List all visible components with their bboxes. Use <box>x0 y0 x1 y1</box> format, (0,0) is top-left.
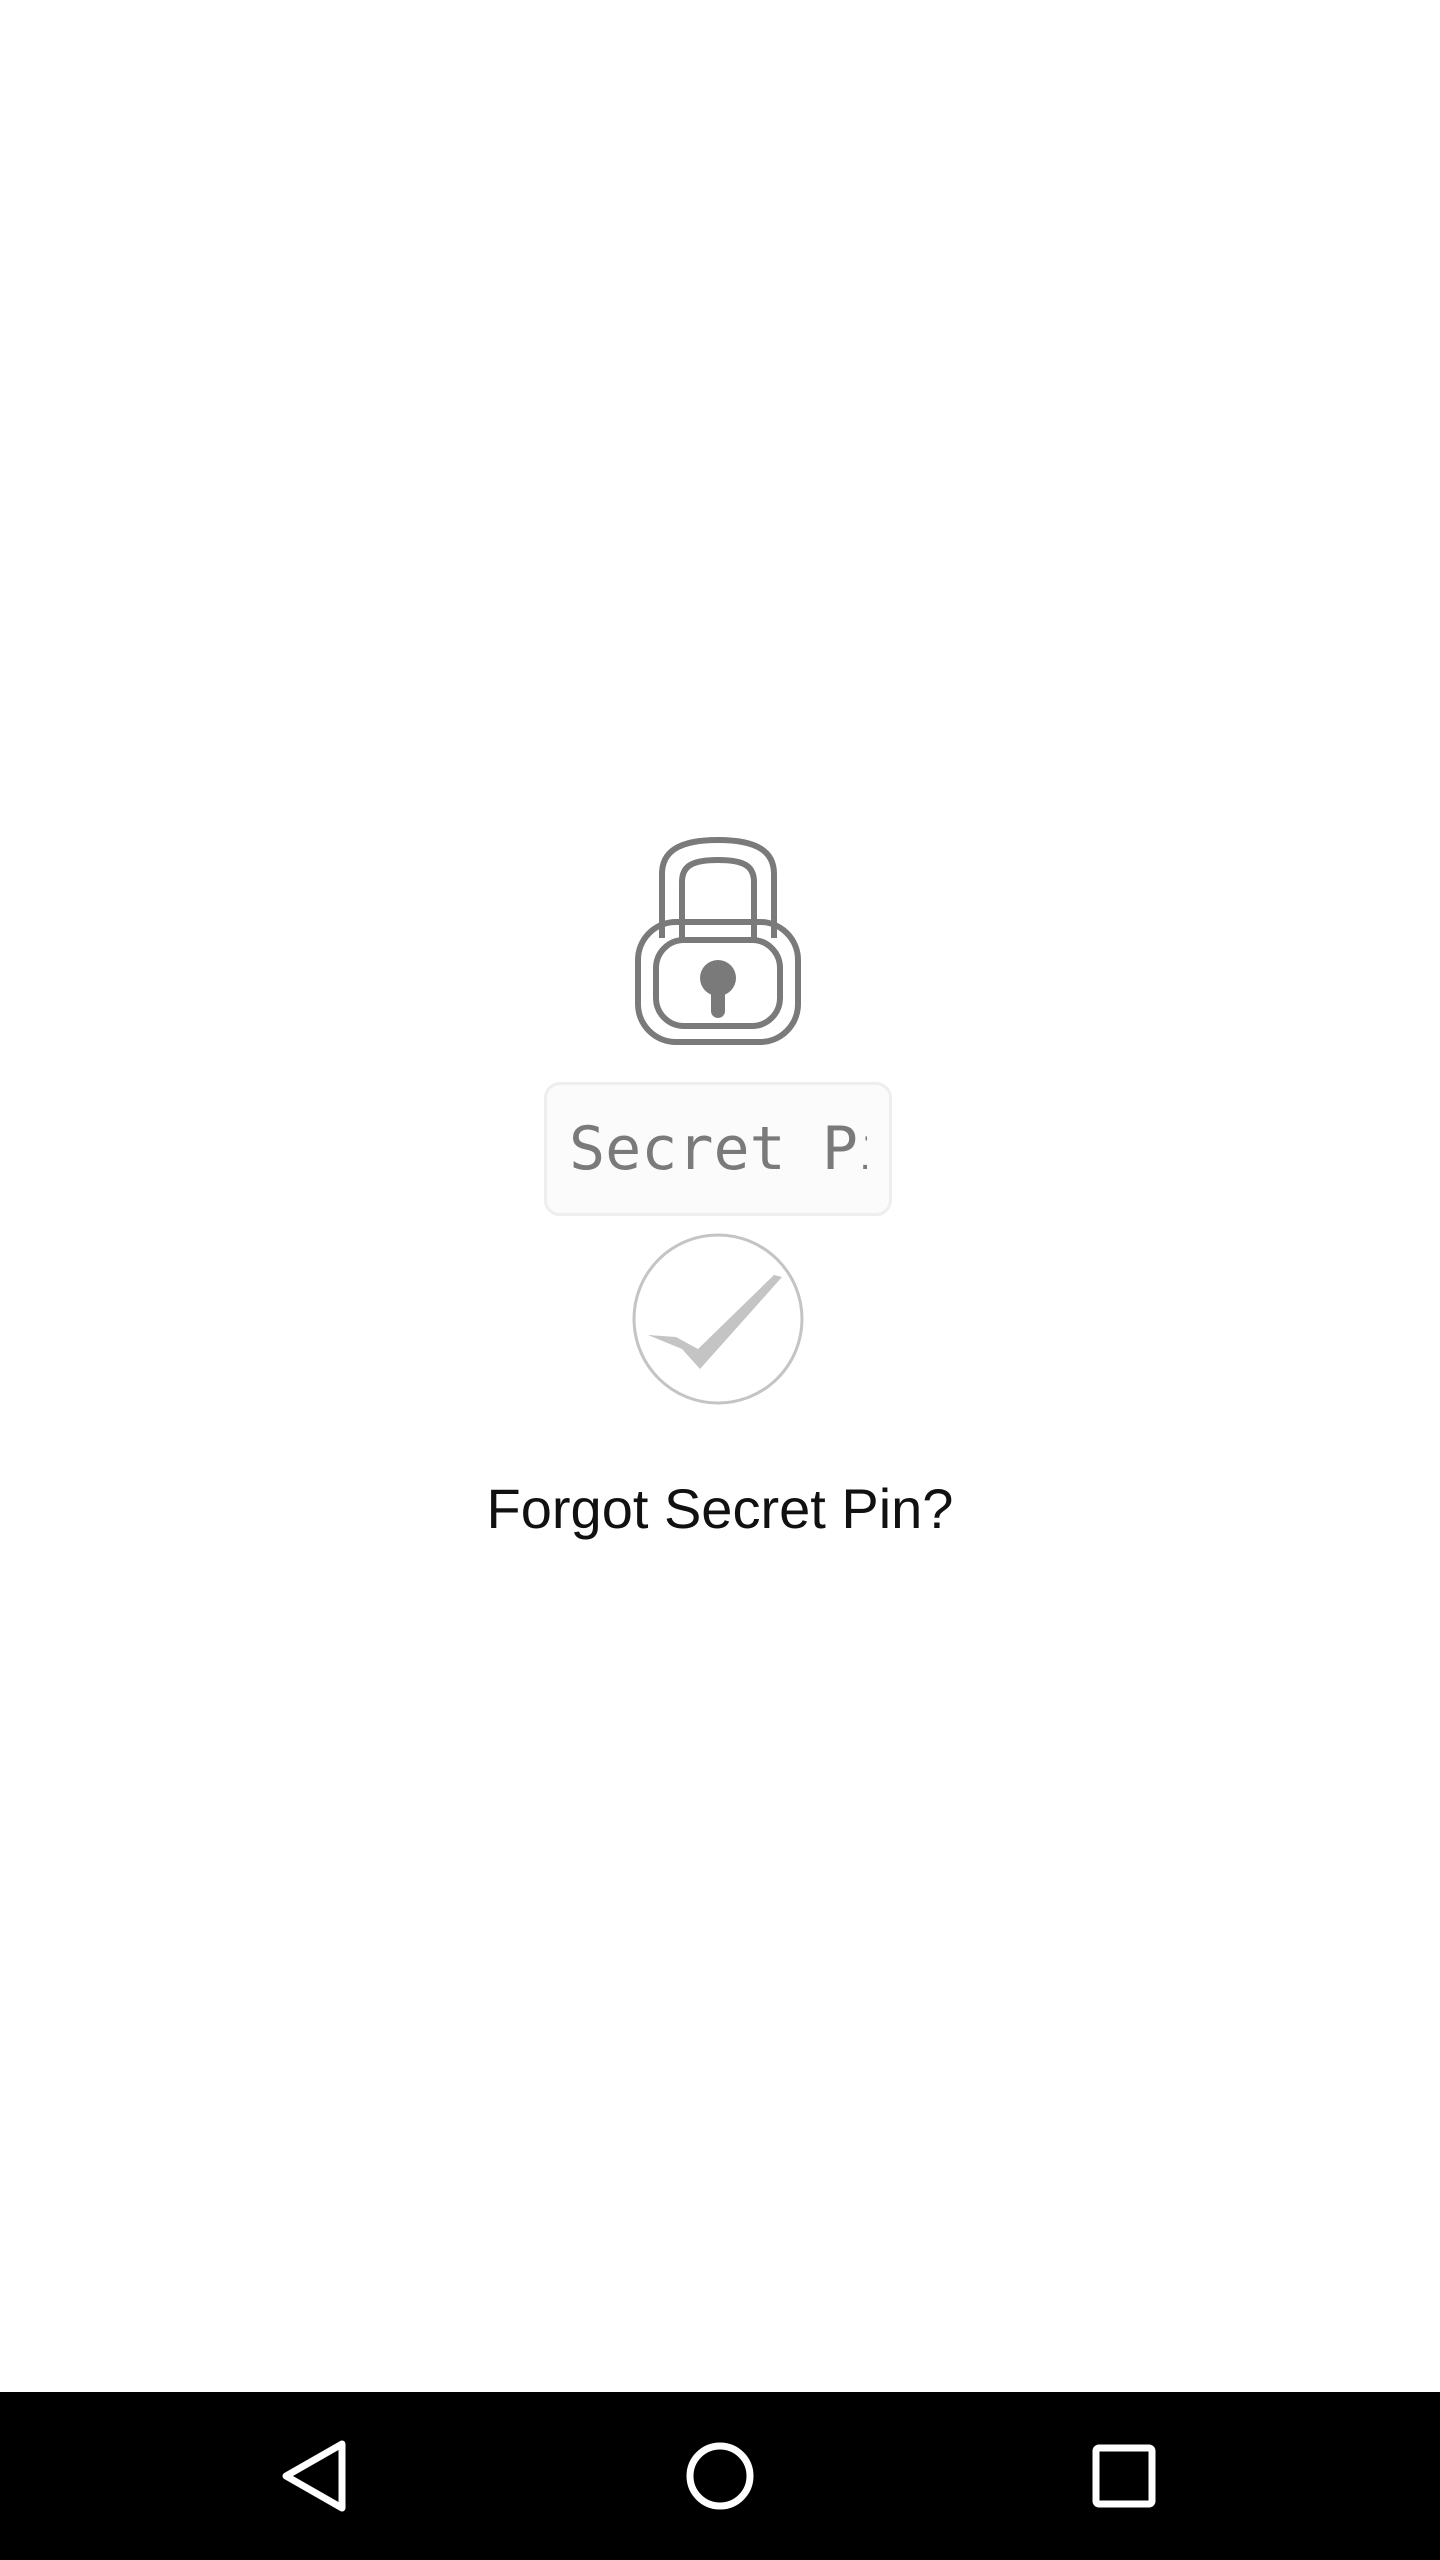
forgot-secret-pin-link[interactable]: Forgot Secret Pin? <box>0 1476 1440 1541</box>
secret-pin-screen: Forgot Secret Pin? <box>0 0 1440 2560</box>
confirm-pin-button[interactable] <box>632 1233 804 1405</box>
back-triangle-icon[interactable] <box>256 2416 376 2536</box>
secret-pin-input[interactable] <box>544 1082 892 1216</box>
main-content: Forgot Secret Pin? <box>0 0 1440 2392</box>
home-circle-icon[interactable] <box>660 2416 780 2536</box>
navigation-bar <box>0 2392 1440 2560</box>
recents-square-icon[interactable] <box>1064 2416 1184 2536</box>
checkmark-icon <box>632 1233 804 1405</box>
lock-icon <box>635 836 801 1045</box>
